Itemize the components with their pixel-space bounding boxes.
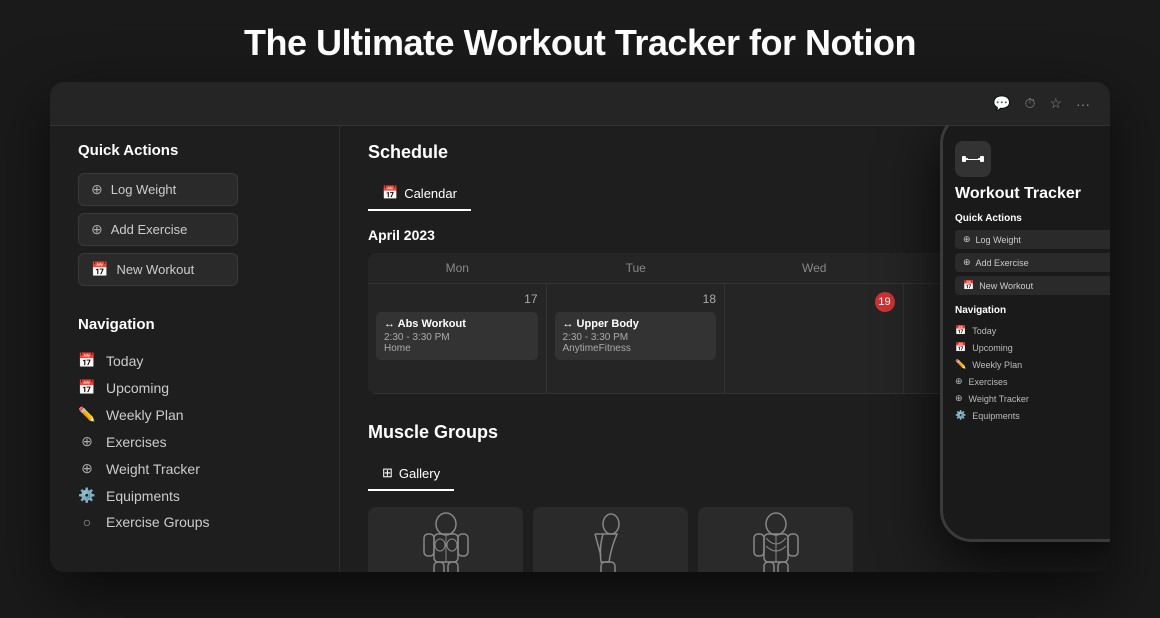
weekly-plan-icon: ✏️ bbox=[78, 406, 96, 423]
day-wed: Wed bbox=[725, 253, 904, 283]
exercise-groups-icon: ○ bbox=[78, 514, 96, 530]
navigation-section: Navigation 📅 Today 📅 Upcoming ✏️ Weekly … bbox=[78, 316, 311, 535]
star-icon[interactable]: ☆ bbox=[1049, 95, 1062, 112]
nav-exercises[interactable]: ⊕ Exercises bbox=[78, 428, 311, 455]
weight-icon: ⊕ bbox=[91, 181, 103, 198]
phone-nav-today[interactable]: 📅 Today bbox=[955, 322, 1110, 339]
phone-nav-exercises[interactable]: ⊕ Exercises bbox=[955, 373, 1110, 390]
cal-cell-18: 18 ↔ Upper Body 2:30 - 3:30 PM AnytimeFi… bbox=[547, 284, 726, 394]
upper-body-time: 2:30 - 3:30 PM bbox=[563, 332, 709, 343]
calendar-icon: 📅 bbox=[91, 261, 108, 278]
upcoming-icon: 📅 bbox=[78, 379, 96, 396]
add-icon: ⊕ bbox=[91, 221, 103, 238]
phone-log-weight-btn[interactable]: ⊕ Log Weight bbox=[955, 230, 1110, 249]
phone-new-workout-btn[interactable]: 📅 New Workout bbox=[955, 276, 1110, 295]
app-container: 💬 ⏱ ☆ ··· Quick Actions ⊕ Log Weight ⊕ A… bbox=[50, 82, 1110, 572]
nav-today[interactable]: 📅 Today bbox=[78, 347, 311, 374]
nav-weekly-plan[interactable]: ✏️ Weekly Plan bbox=[78, 401, 311, 428]
exercises-icon: ⊕ bbox=[78, 433, 96, 450]
abs-workout-loc: Home bbox=[384, 343, 530, 354]
navigation-title: Navigation bbox=[78, 316, 311, 333]
date-19-today: 19 bbox=[875, 292, 895, 312]
new-workout-button[interactable]: 📅 New Workout bbox=[78, 253, 238, 286]
muscle-thumb-back bbox=[698, 507, 853, 572]
page-headline: The Ultimate Workout Tracker for Notion bbox=[244, 0, 916, 82]
calendar-tab[interactable]: 📅 Calendar bbox=[368, 177, 471, 211]
phone-nav-upcoming[interactable]: 📅 Upcoming bbox=[955, 339, 1110, 356]
clock-icon[interactable]: ⏱ bbox=[1025, 95, 1036, 112]
abs-workout-title: ↔ Abs Workout bbox=[384, 318, 530, 330]
muscle-thumb-side bbox=[533, 507, 688, 572]
equipments-icon: ⚙️ bbox=[78, 487, 96, 504]
phone-content: Workout Tracker Quick Actions ⊕ Log Weig… bbox=[943, 135, 1110, 539]
gallery-tab[interactable]: ⊞ Gallery bbox=[368, 457, 454, 491]
nav-upcoming[interactable]: 📅 Upcoming bbox=[78, 374, 311, 401]
nav-exercise-groups[interactable]: ○ Exercise Groups bbox=[78, 509, 311, 535]
more-icon[interactable]: ··· bbox=[1076, 96, 1090, 112]
phone-mockup: Workout Tracker Quick Actions ⊕ Log Weig… bbox=[940, 112, 1110, 542]
nav-weight-tracker[interactable]: ⊕ Weight Tracker bbox=[78, 455, 311, 482]
muscle-thumb-front bbox=[368, 507, 523, 572]
comment-icon[interactable]: 💬 bbox=[993, 95, 1010, 112]
today-icon: 📅 bbox=[78, 352, 96, 369]
date-17: 17 bbox=[376, 292, 538, 306]
cal-cell-19: 19 bbox=[725, 284, 904, 394]
date-18: 18 bbox=[555, 292, 717, 306]
upper-body-title: ↔ Upper Body bbox=[563, 318, 709, 330]
workout-abs[interactable]: ↔ Abs Workout 2:30 - 3:30 PM Home bbox=[376, 312, 538, 360]
log-weight-button[interactable]: ⊕ Log Weight bbox=[78, 173, 238, 206]
day-mon: Mon bbox=[368, 253, 547, 283]
workout-upper[interactable]: ↔ Upper Body 2:30 - 3:30 PM AnytimeFitne… bbox=[555, 312, 717, 360]
phone-app-title: Workout Tracker bbox=[955, 185, 1110, 203]
phone-quick-actions-title: Quick Actions bbox=[955, 213, 1110, 224]
add-exercise-button[interactable]: ⊕ Add Exercise bbox=[78, 213, 238, 246]
phone-nav-equipments[interactable]: ⚙️ Equipments bbox=[955, 407, 1110, 424]
upper-body-loc: AnytimeFitness bbox=[563, 343, 709, 354]
gallery-icon: ⊞ bbox=[382, 465, 393, 481]
phone-nav-title: Navigation bbox=[955, 305, 1110, 316]
top-bar: 💬 ⏱ ☆ ··· bbox=[50, 82, 1110, 126]
weight-tracker-icon: ⊕ bbox=[78, 460, 96, 477]
sidebar: Quick Actions ⊕ Log Weight ⊕ Add Exercis… bbox=[50, 82, 340, 572]
calendar-tab-icon: 📅 bbox=[382, 185, 398, 201]
phone-nav-section: Navigation 📅 Today 📅 Upcoming ✏️ Weekly … bbox=[955, 305, 1110, 424]
phone-app-logo bbox=[955, 141, 991, 177]
quick-actions-title: Quick Actions bbox=[78, 142, 311, 159]
phone-add-exercise-btn[interactable]: ⊕ Add Exercise bbox=[955, 253, 1110, 272]
nav-equipments[interactable]: ⚙️ Equipments bbox=[78, 482, 311, 509]
day-tue: Tue bbox=[547, 253, 726, 283]
abs-workout-time: 2:30 - 3:30 PM bbox=[384, 332, 530, 343]
cal-cell-17: 17 ↔ Abs Workout 2:30 - 3:30 PM Home bbox=[368, 284, 547, 394]
phone-nav-weekly-plan[interactable]: ✏️ Weekly Plan bbox=[955, 356, 1110, 373]
phone-nav-weight-tracker[interactable]: ⊕ Weight Tracker bbox=[955, 390, 1110, 407]
